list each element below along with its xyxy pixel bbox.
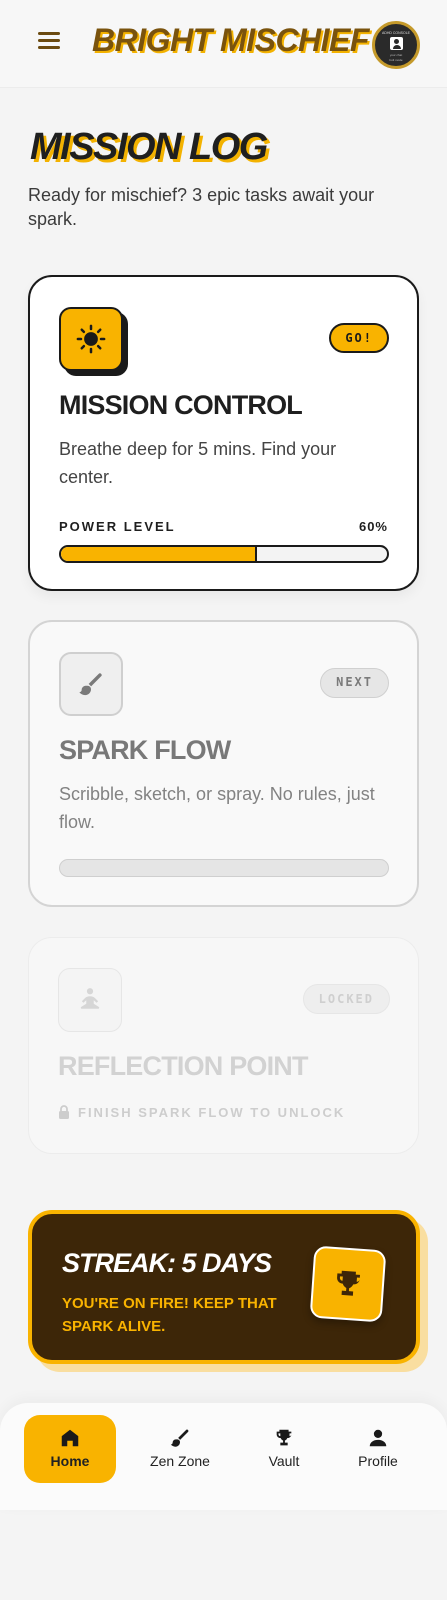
brush-icon [170, 1429, 189, 1447]
locked-badge: LOCKED [302, 984, 390, 1014]
task-card-reflection-point: LOCKED REFLECTION POINT FINISH SPARK FLO… [28, 937, 419, 1154]
task-card-spark-flow[interactable]: NEXT SPARK FLOW Scribble, sketch, or spr… [28, 620, 419, 907]
avatar-bottom-text: your chat [389, 53, 403, 57]
streak-card: STREAK: 5 DAYS YOU'RE ON FIRE! KEEP THAT… [28, 1210, 420, 1364]
person-icon [369, 1429, 387, 1447]
trophy-icon [276, 1429, 292, 1446]
app-header: BRIGHT MISCHIEF ADHD CONSOLE your chat b… [0, 0, 447, 88]
avatar[interactable]: ADHD CONSOLE your chat bolt mode [372, 21, 420, 69]
task-description: Breathe deep for 5 mins. Find your cente… [59, 439, 337, 487]
sun-icon [59, 307, 123, 371]
unlock-hint: FINISH SPARK FLOW TO UNLOCK [58, 1105, 345, 1120]
streak-title: STREAK: 5 DAYS [62, 1248, 272, 1278]
avatar-bottom-text: bolt mode [389, 58, 403, 62]
task-card-mission-control[interactable]: GO! MISSION CONTROL Breathe deep for 5 m… [28, 275, 419, 591]
streak-subtitle: YOU'RE ON FIRE! KEEP THAT SPARK ALIVE. [62, 1295, 277, 1335]
unlock-hint-text: FINISH SPARK FLOW TO UNLOCK [78, 1105, 346, 1120]
lock-icon [59, 1105, 69, 1119]
nav-profile[interactable]: Profile [332, 1415, 424, 1483]
brush-icon [59, 652, 123, 716]
page-title: MISSION LOG [30, 126, 268, 168]
nav-label: Vault [268, 1453, 300, 1469]
home-icon [61, 1429, 79, 1447]
nav-label: Zen Zone [150, 1453, 210, 1469]
power-level-label: POWER LEVEL [59, 519, 176, 534]
menu-icon[interactable] [38, 32, 60, 50]
nav-label: Home [50, 1453, 90, 1469]
nav-label: Profile [358, 1453, 398, 1469]
page-subtitle: Ready for mischief? 3 epic tasks await y… [28, 185, 375, 229]
nav-vault[interactable]: Vault [238, 1415, 330, 1483]
bottom-nav: Home Zen Zone Vault Profile [0, 1403, 447, 1510]
next-badge: NEXT [320, 668, 389, 698]
person-icon [390, 37, 403, 50]
nav-zen-zone[interactable]: Zen Zone [134, 1415, 226, 1483]
task-description: Scribble, sketch, or spray. No rules, ju… [59, 784, 375, 832]
meditation-icon [58, 968, 122, 1032]
progress-fill [61, 547, 257, 561]
avatar-top-text: ADHD CONSOLE [381, 31, 410, 35]
task-title: SPARK FLOW [59, 735, 231, 765]
task-title: MISSION CONTROL [59, 390, 303, 420]
nav-home[interactable]: Home [24, 1415, 116, 1483]
power-progress-bar [59, 545, 389, 563]
power-level-value: 60% [358, 519, 388, 534]
go-button[interactable]: GO! [329, 323, 389, 353]
task-title: REFLECTION POINT [58, 1051, 309, 1081]
brand-logo: BRIGHT MISCHIEF [92, 22, 369, 58]
trophy-icon [309, 1245, 387, 1323]
power-progress-bar [59, 859, 389, 877]
